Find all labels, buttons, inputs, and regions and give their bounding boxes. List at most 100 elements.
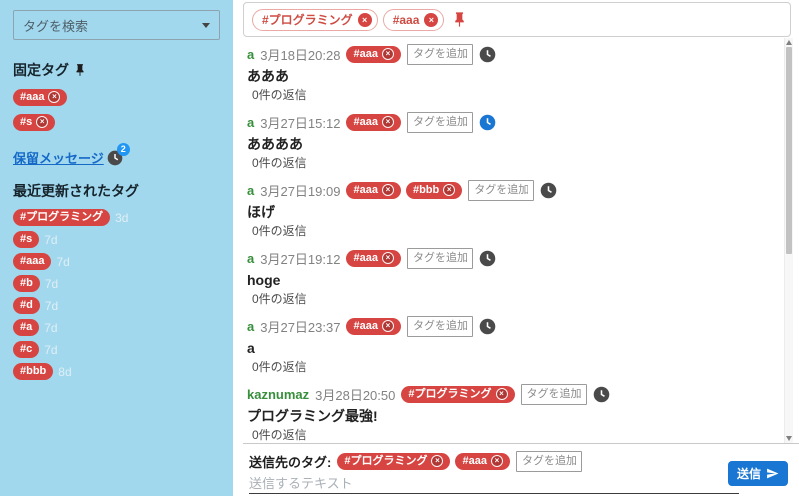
remove-tag-icon[interactable]: ×: [443, 184, 455, 196]
message-username[interactable]: kaznumaz: [247, 387, 309, 402]
tag-pill[interactable]: #aaa ×: [346, 114, 400, 131]
remove-tag-icon[interactable]: ×: [382, 116, 394, 128]
tag-label: #aaa: [20, 91, 44, 103]
remove-tag-icon[interactable]: ×: [382, 252, 394, 264]
remove-tag-icon[interactable]: ×: [424, 13, 438, 27]
replies-link[interactable]: 0件の返信: [247, 428, 783, 443]
clock-icon[interactable]: [479, 318, 496, 335]
remove-tag-icon[interactable]: ×: [382, 48, 394, 60]
add-tag-input[interactable]: [407, 44, 473, 65]
pushpin-icon[interactable]: [451, 11, 468, 28]
send-button[interactable]: 送信: [728, 461, 788, 486]
message-text: あああ: [247, 67, 783, 85]
tag-pill[interactable]: #aaa ×: [346, 250, 400, 267]
message-username[interactable]: a: [247, 183, 254, 198]
tag-pill[interactable]: #aaa×: [346, 318, 400, 335]
tag-pill[interactable]: #aaa: [13, 253, 51, 270]
replies-link[interactable]: 0件の返信: [247, 224, 783, 239]
add-tag-input[interactable]: [521, 384, 587, 405]
clock-icon[interactable]: [593, 386, 610, 403]
message-tags: #aaa×: [346, 46, 400, 63]
tag-pill[interactable]: #プログラミング×: [252, 9, 378, 31]
tag-age: 7d: [56, 256, 69, 268]
tag-label: #b: [20, 277, 33, 289]
tag-pill[interactable]: #bbb: [13, 363, 53, 380]
scroll-down-arrow-icon[interactable]: [786, 436, 792, 441]
remove-tag-icon[interactable]: ×: [48, 91, 60, 103]
tag-age: 7d: [45, 278, 58, 290]
message-username[interactable]: a: [247, 251, 254, 266]
tag-pill[interactable]: #プログラミング: [13, 209, 110, 226]
filter-bar: #プログラミング× #aaa ×: [243, 2, 791, 37]
tag-pill[interactable]: #b: [13, 275, 40, 292]
tag-age: 3d: [115, 212, 128, 224]
tag-pill[interactable]: #c: [13, 341, 39, 358]
tag-label: #aaa: [353, 184, 377, 196]
remove-tag-icon[interactable]: ×: [358, 13, 372, 27]
tag-pill[interactable]: #a: [13, 319, 39, 336]
tag-age: 7d: [44, 322, 57, 334]
message-item: a 3月27日15:12 #aaa× ああああ 0件の返信: [247, 111, 783, 171]
tag-label: #aaa: [353, 116, 377, 128]
message-timestamp: 3月18日20:28: [260, 45, 340, 64]
scroll-up-arrow-icon[interactable]: [786, 40, 792, 45]
message-text: hoge: [247, 271, 783, 289]
clock-icon[interactable]: [479, 46, 496, 63]
tag-pill[interactable]: #aaa ×: [383, 9, 445, 31]
message-tags: #プログラミング ×: [401, 386, 514, 403]
message-username[interactable]: a: [247, 115, 254, 130]
recent-tags-list: #プログラミング3d#s7d#aaa7d#b7d#d7d#a7d#c7d#bbb…: [13, 209, 220, 380]
tag-label: #d: [20, 299, 33, 311]
tag-search-select[interactable]: タグを検索: [13, 10, 220, 40]
remove-tag-icon[interactable]: ×: [496, 388, 508, 400]
add-tag-input[interactable]: [407, 112, 473, 133]
tag-pill[interactable]: #s×: [13, 114, 55, 131]
tag-pill[interactable]: #aaa ×: [13, 89, 67, 106]
add-tag-input[interactable]: [407, 248, 473, 269]
message-text: ああああ: [247, 135, 783, 153]
remove-tag-icon[interactable]: ×: [36, 116, 48, 128]
tag-label: #プログラミング: [344, 455, 427, 467]
remove-tag-icon[interactable]: ×: [382, 184, 394, 196]
remove-tag-icon[interactable]: ×: [431, 455, 443, 467]
message-item: a 3月18日20:28 #aaa× あああ 0件の返信: [247, 43, 783, 103]
message-tags: #aaa ×: [346, 114, 400, 131]
replies-link[interactable]: 0件の返信: [247, 156, 783, 171]
message-username[interactable]: a: [247, 47, 254, 62]
composer-add-tag-input[interactable]: [516, 451, 582, 472]
tag-pill[interactable]: #プログラミング ×: [337, 453, 450, 470]
tag-label: #プログラミング: [408, 388, 491, 400]
tag-pill[interactable]: #aaa ×: [346, 182, 400, 199]
message-username[interactable]: a: [247, 319, 254, 334]
tag-label: #aaa: [393, 13, 420, 27]
pending-messages-link[interactable]: 保留メッセージ: [13, 148, 104, 167]
tag-label: #a: [20, 321, 32, 333]
remove-tag-icon[interactable]: ×: [382, 320, 394, 332]
scrollbar[interactable]: [784, 38, 793, 443]
tag-pill[interactable]: #aaa×: [455, 453, 509, 470]
replies-link[interactable]: 0件の返信: [247, 88, 783, 103]
recent-tag-row: #bbb8d: [13, 363, 220, 380]
tag-pill[interactable]: #d: [13, 297, 40, 314]
composer-tags-label: 送信先のタグ:: [249, 452, 331, 471]
add-tag-input[interactable]: [407, 316, 473, 337]
sidebar: タグを検索 固定タグ #aaa×#s× 保留メッセージ 2 最近更新されたタグ …: [0, 0, 233, 496]
message-text-input[interactable]: [249, 473, 739, 494]
remove-tag-icon[interactable]: ×: [491, 455, 503, 467]
tag-pill[interactable]: #プログラミング ×: [401, 386, 514, 403]
replies-link[interactable]: 0件の返信: [247, 360, 783, 375]
tag-pill[interactable]: #aaa×: [346, 46, 400, 63]
clock-icon[interactable]: [479, 114, 496, 131]
clock-icon[interactable]: [479, 250, 496, 267]
clock-icon[interactable]: [540, 182, 557, 199]
tag-pill[interactable]: #s: [13, 231, 39, 248]
paper-plane-icon: [766, 467, 779, 480]
message-tags: #aaa×: [346, 318, 400, 335]
message-timestamp: 3月28日20:50: [315, 385, 395, 404]
replies-link[interactable]: 0件の返信: [247, 292, 783, 307]
scrollbar-thumb[interactable]: [786, 47, 792, 254]
tag-label: #aaa: [353, 252, 377, 264]
composer-tags: #プログラミング×#aaa×: [337, 453, 510, 470]
tag-pill[interactable]: #bbb×: [406, 182, 462, 199]
add-tag-input[interactable]: [468, 180, 534, 201]
